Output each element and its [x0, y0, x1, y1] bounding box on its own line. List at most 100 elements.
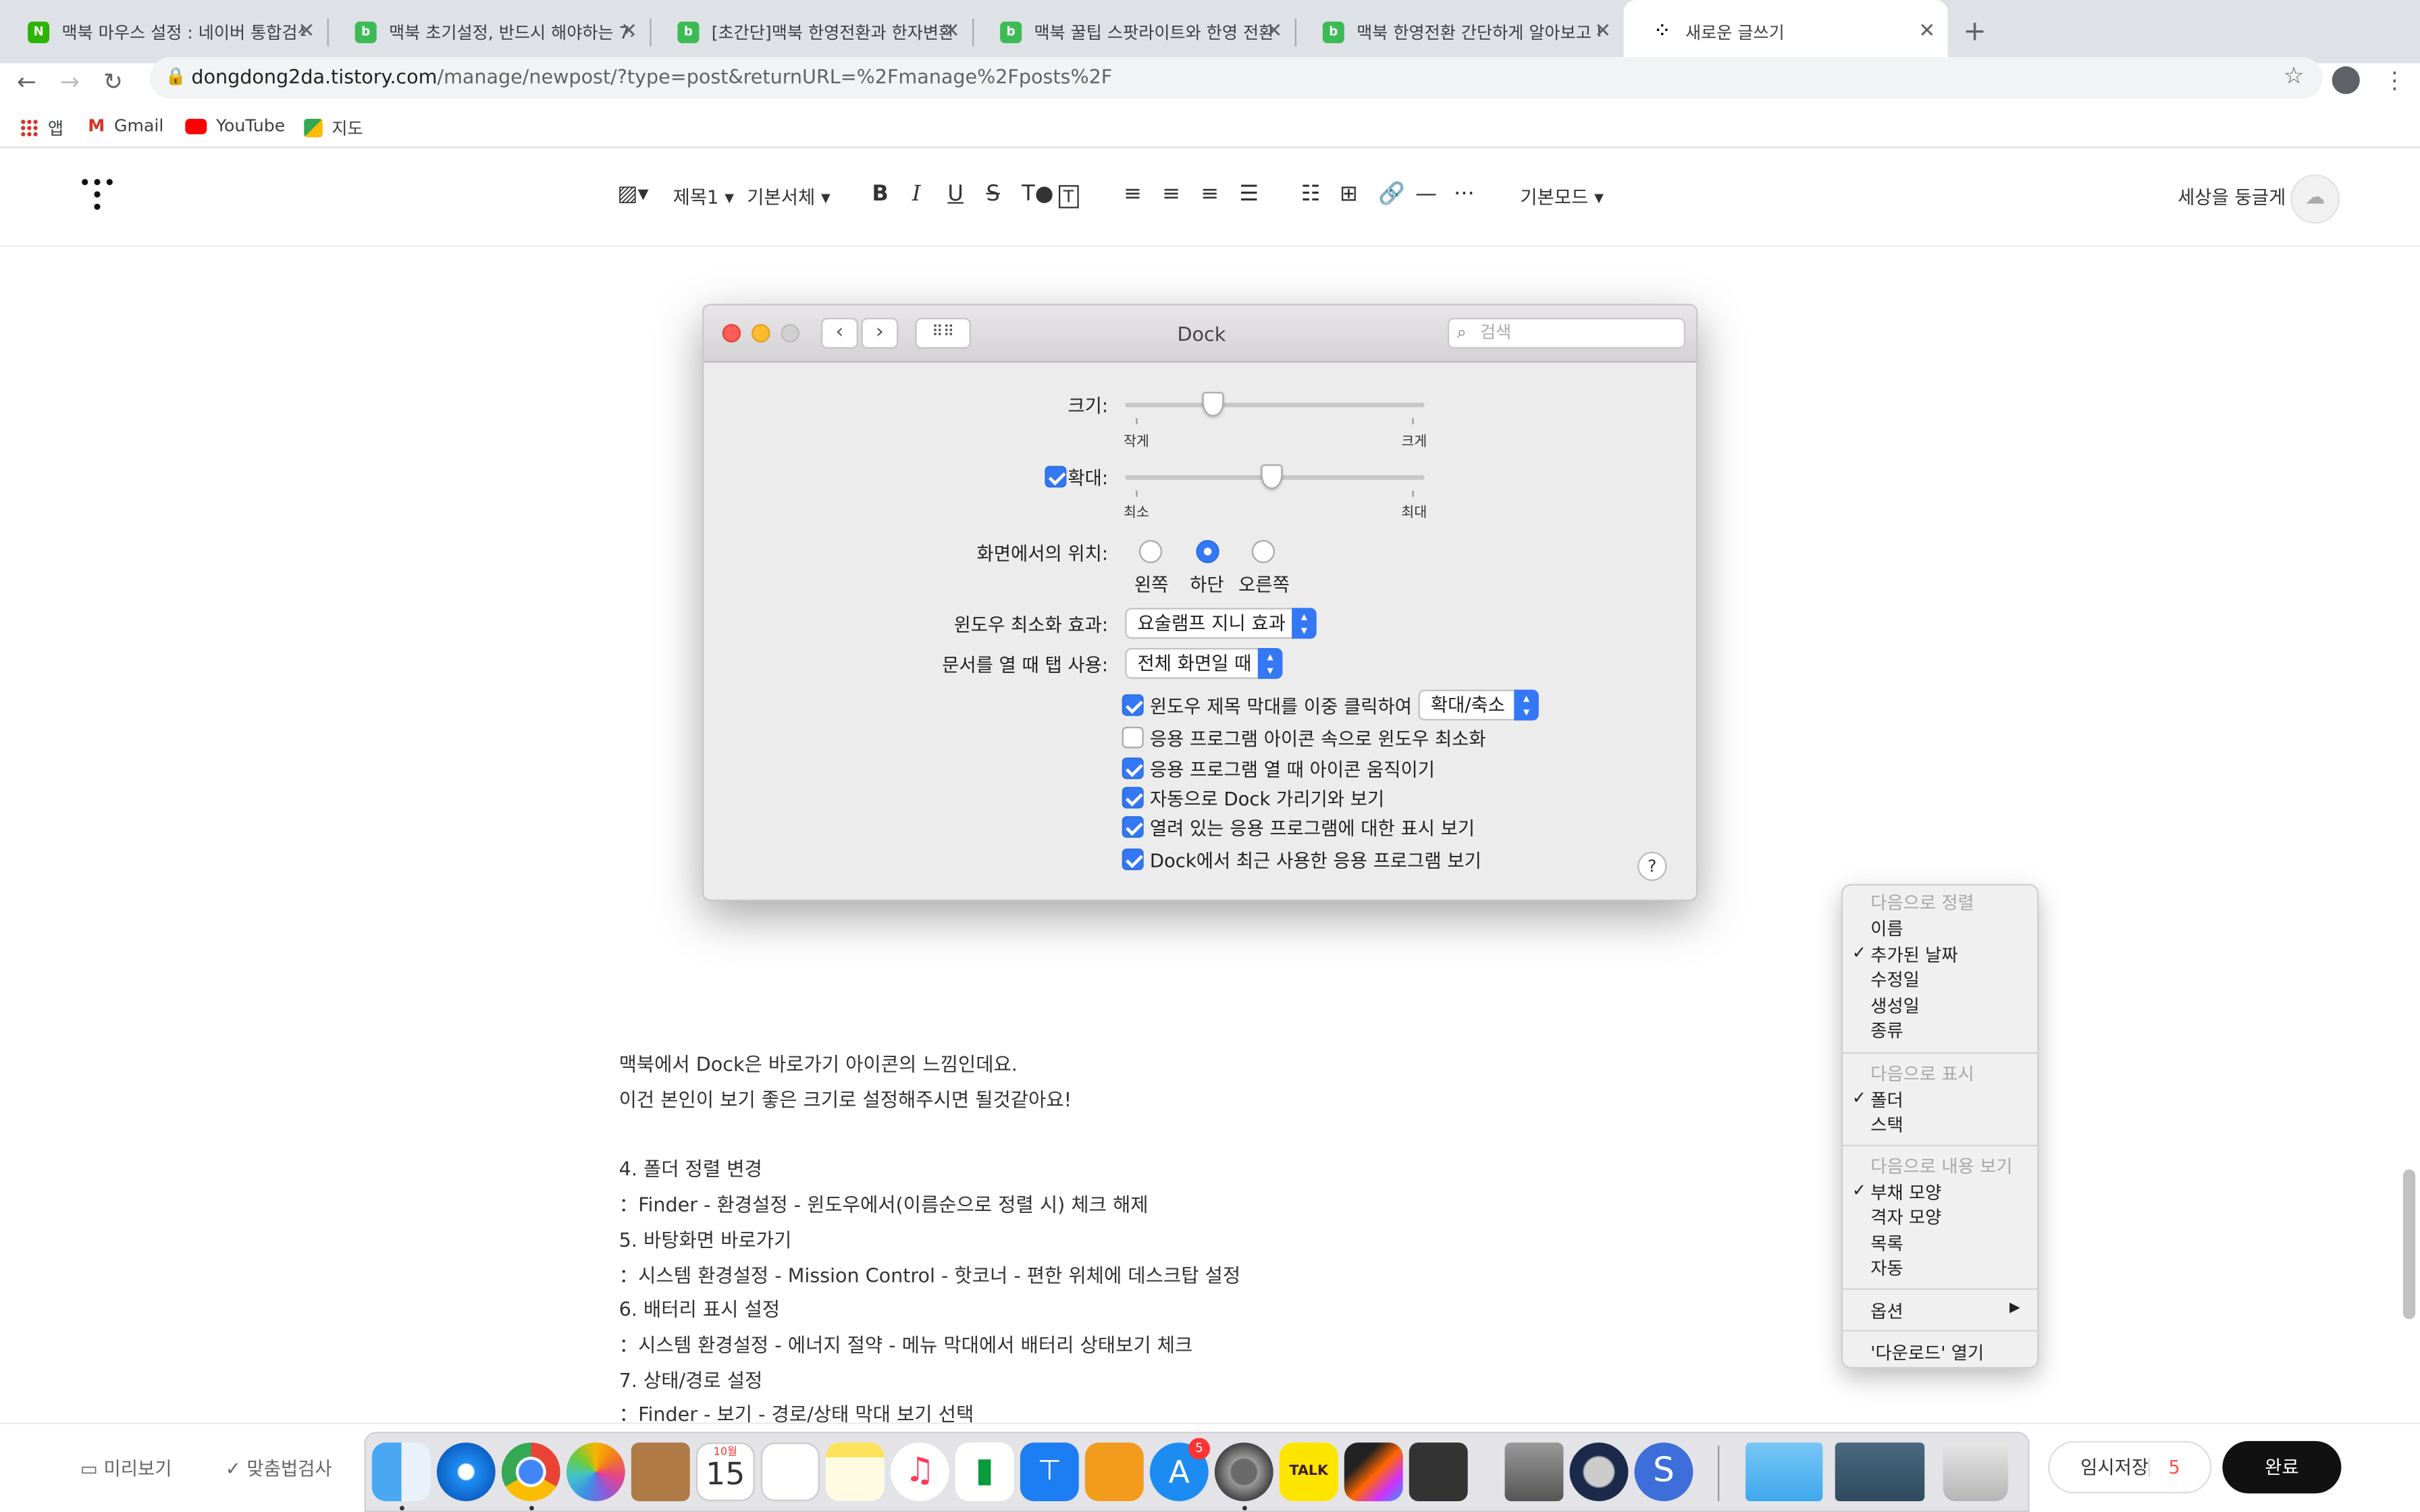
- back-icon[interactable]: ←: [17, 68, 36, 96]
- more-menu-icon[interactable]: ⋮: [2383, 66, 2406, 94]
- tab-2[interactable]: b 맥북 초기설정, 반드시 해야하는 7가지 ✕: [327, 0, 652, 63]
- scrollbar-thumb[interactable]: [2402, 1169, 2416, 1320]
- menu-item-automatic[interactable]: 자동: [1870, 1256, 1903, 1281]
- bookmark-maps[interactable]: 지도: [304, 115, 363, 140]
- music-icon[interactable]: ♫: [890, 1442, 949, 1501]
- close-icon[interactable]: ✕: [1265, 20, 1282, 43]
- temp-save-button[interactable]: 임시저장 5: [2048, 1440, 2212, 1494]
- bookmark-star-icon[interactable]: ☆: [2284, 61, 2305, 89]
- checkbox-show-indicators[interactable]: [1122, 816, 1144, 838]
- underline-icon[interactable]: U: [947, 182, 963, 207]
- pages-icon[interactable]: [1084, 1442, 1144, 1501]
- magnify-checkbox[interactable]: [1045, 466, 1067, 488]
- text-color-icon[interactable]: T●: [1022, 182, 1053, 207]
- close-icon[interactable]: ✕: [298, 20, 315, 43]
- bookmark-gmail[interactable]: M Gmail: [88, 115, 163, 136]
- align-center-icon[interactable]: ≡: [1162, 182, 1180, 207]
- notes-icon[interactable]: [825, 1442, 885, 1501]
- safari-icon[interactable]: [436, 1442, 496, 1501]
- keynote-icon[interactable]: ⊤: [1020, 1442, 1079, 1501]
- photos-icon[interactable]: [566, 1442, 625, 1501]
- downloads-folder-icon[interactable]: [1835, 1442, 1925, 1501]
- compressor-icon[interactable]: [1409, 1442, 1468, 1501]
- account-icon[interactable]: [2332, 66, 2360, 94]
- menu-item-date-modified[interactable]: 수정일: [1870, 967, 1920, 992]
- font-dropdown[interactable]: 기본서체 ▾: [747, 184, 830, 210]
- align-right-icon[interactable]: ≡: [1201, 182, 1219, 207]
- menu-item-list[interactable]: 목록: [1870, 1231, 1903, 1256]
- close-icon[interactable]: ✕: [621, 20, 637, 43]
- text-background-icon[interactable]: T: [1058, 185, 1079, 209]
- help-button[interactable]: ?: [1637, 851, 1667, 882]
- complete-button[interactable]: 완료: [2222, 1440, 2342, 1494]
- bold-icon[interactable]: B: [872, 182, 888, 207]
- address-bar[interactable]: 🔒 dongdong2da.tistory.com/manage/newpost…: [149, 57, 2323, 99]
- finder-icon[interactable]: [371, 1442, 431, 1501]
- mode-dropdown[interactable]: 기본모드 ▾: [1520, 184, 1603, 210]
- numbers-icon[interactable]: ▮: [955, 1442, 1014, 1501]
- setapp-icon[interactable]: S: [1634, 1442, 1693, 1501]
- position-right-radio[interactable]: [1251, 539, 1275, 564]
- menu-item-name[interactable]: 이름: [1870, 917, 1903, 942]
- magnify-slider[interactable]: [1125, 464, 1425, 497]
- profile-avatar-icon[interactable]: ☁: [2290, 174, 2340, 224]
- spellcheck-button[interactable]: ✓ 맞춤법검사: [226, 1455, 332, 1481]
- reminders-icon[interactable]: [760, 1442, 820, 1501]
- menu-item-stack[interactable]: 스택: [1870, 1112, 1903, 1137]
- prefer-tabs-popup[interactable]: 전체 화면일 때 ▴ ▾: [1125, 647, 1283, 679]
- menu-item-options[interactable]: 옵션: [1870, 1299, 1903, 1324]
- close-icon[interactable]: ✕: [943, 20, 960, 43]
- reload-icon[interactable]: ↻: [103, 68, 123, 96]
- checkbox-animate-opening[interactable]: [1122, 757, 1144, 780]
- tab-6-active[interactable]: ⁘ 새로운 글쓰기 ✕: [1623, 0, 1948, 63]
- final-cut-icon[interactable]: [1344, 1442, 1403, 1501]
- double-click-action-popup[interactable]: 확대/축소 ▴ ▾: [1418, 689, 1539, 721]
- menu-item-grid[interactable]: 격자 모양: [1870, 1205, 1941, 1230]
- close-icon[interactable]: ✕: [1918, 20, 1935, 43]
- horizontal-rule-icon[interactable]: —: [1415, 182, 1437, 207]
- preview-button[interactable]: ▭ 미리보기: [80, 1455, 172, 1481]
- align-left-icon[interactable]: ≡: [1124, 182, 1142, 207]
- menu-item-kind[interactable]: 종류: [1870, 1019, 1903, 1044]
- checkbox-minimize-into-icon[interactable]: [1122, 726, 1144, 749]
- checkbox-autohide-dock[interactable]: [1122, 786, 1144, 809]
- menu-item-fan[interactable]: 부채 모양: [1870, 1181, 1941, 1206]
- bullet-list-icon[interactable]: ☷: [1301, 182, 1321, 207]
- menu-item-date-created[interactable]: 생성일: [1870, 994, 1920, 1019]
- size-slider-thumb[interactable]: [1203, 392, 1225, 417]
- position-left-radio[interactable]: [1138, 539, 1163, 564]
- trash-icon[interactable]: [1943, 1442, 2008, 1501]
- tistory-logo[interactable]: [80, 179, 114, 219]
- checkbox-double-click-titlebar[interactable]: [1122, 694, 1144, 716]
- calendar-icon[interactable]: 15 10월: [695, 1442, 755, 1501]
- new-tab-icon[interactable]: +: [1963, 16, 1987, 48]
- heading-dropdown[interactable]: 제목1 ▾: [673, 184, 734, 210]
- align-justify-icon[interactable]: ☰: [1239, 182, 1259, 207]
- tab-1[interactable]: N 맥북 마우스 설정 : 네이버 통합검색 ✕: [0, 0, 329, 63]
- system-preferences-icon[interactable]: [1214, 1442, 1273, 1501]
- magnify-slider-thumb[interactable]: [1261, 464, 1283, 489]
- checkbox-show-recent-apps[interactable]: [1122, 848, 1144, 871]
- kakaotalk-icon[interactable]: TALK: [1279, 1442, 1338, 1501]
- menu-item-date-added[interactable]: 추가된 날짜: [1870, 943, 1957, 968]
- strikethrough-icon[interactable]: S: [987, 182, 1000, 207]
- forward-icon[interactable]: →: [60, 68, 80, 96]
- italic-icon[interactable]: I: [912, 182, 921, 207]
- bookmark-apps[interactable]: 앱: [20, 115, 63, 140]
- blog-name-link[interactable]: 세상을 둥글게: [2178, 184, 2286, 210]
- more-icon[interactable]: ···: [1454, 182, 1475, 207]
- tab-3[interactable]: b [초간단]맥북 한영전환과 한자변환 방법 ✕: [650, 0, 974, 63]
- contacts-icon[interactable]: [631, 1442, 690, 1501]
- link-icon[interactable]: 🔗: [1378, 182, 1405, 207]
- tab-4[interactable]: b 맥북 꿀팁 스팟라이트와 한영 전환 그리고 ✕: [972, 0, 1296, 63]
- minimize-effect-popup[interactable]: 요술램프 지니 효과 ▴ ▾: [1125, 608, 1317, 639]
- size-slider[interactable]: [1125, 392, 1425, 425]
- position-bottom-radio[interactable]: [1196, 539, 1219, 564]
- tab-5[interactable]: b 맥북 한영전환 간단하게 알아보고 바꾸기 ✕: [1295, 0, 1624, 63]
- search-field[interactable]: ⌕ 검색: [1447, 317, 1685, 349]
- chrome-icon[interactable]: [501, 1442, 560, 1501]
- preview-app-icon[interactable]: [1504, 1442, 1564, 1501]
- image-insert-icon[interactable]: ▨▾: [617, 182, 648, 207]
- menu-item-folder[interactable]: 폴더: [1870, 1087, 1903, 1112]
- bookmark-youtube[interactable]: YouTube: [185, 115, 285, 136]
